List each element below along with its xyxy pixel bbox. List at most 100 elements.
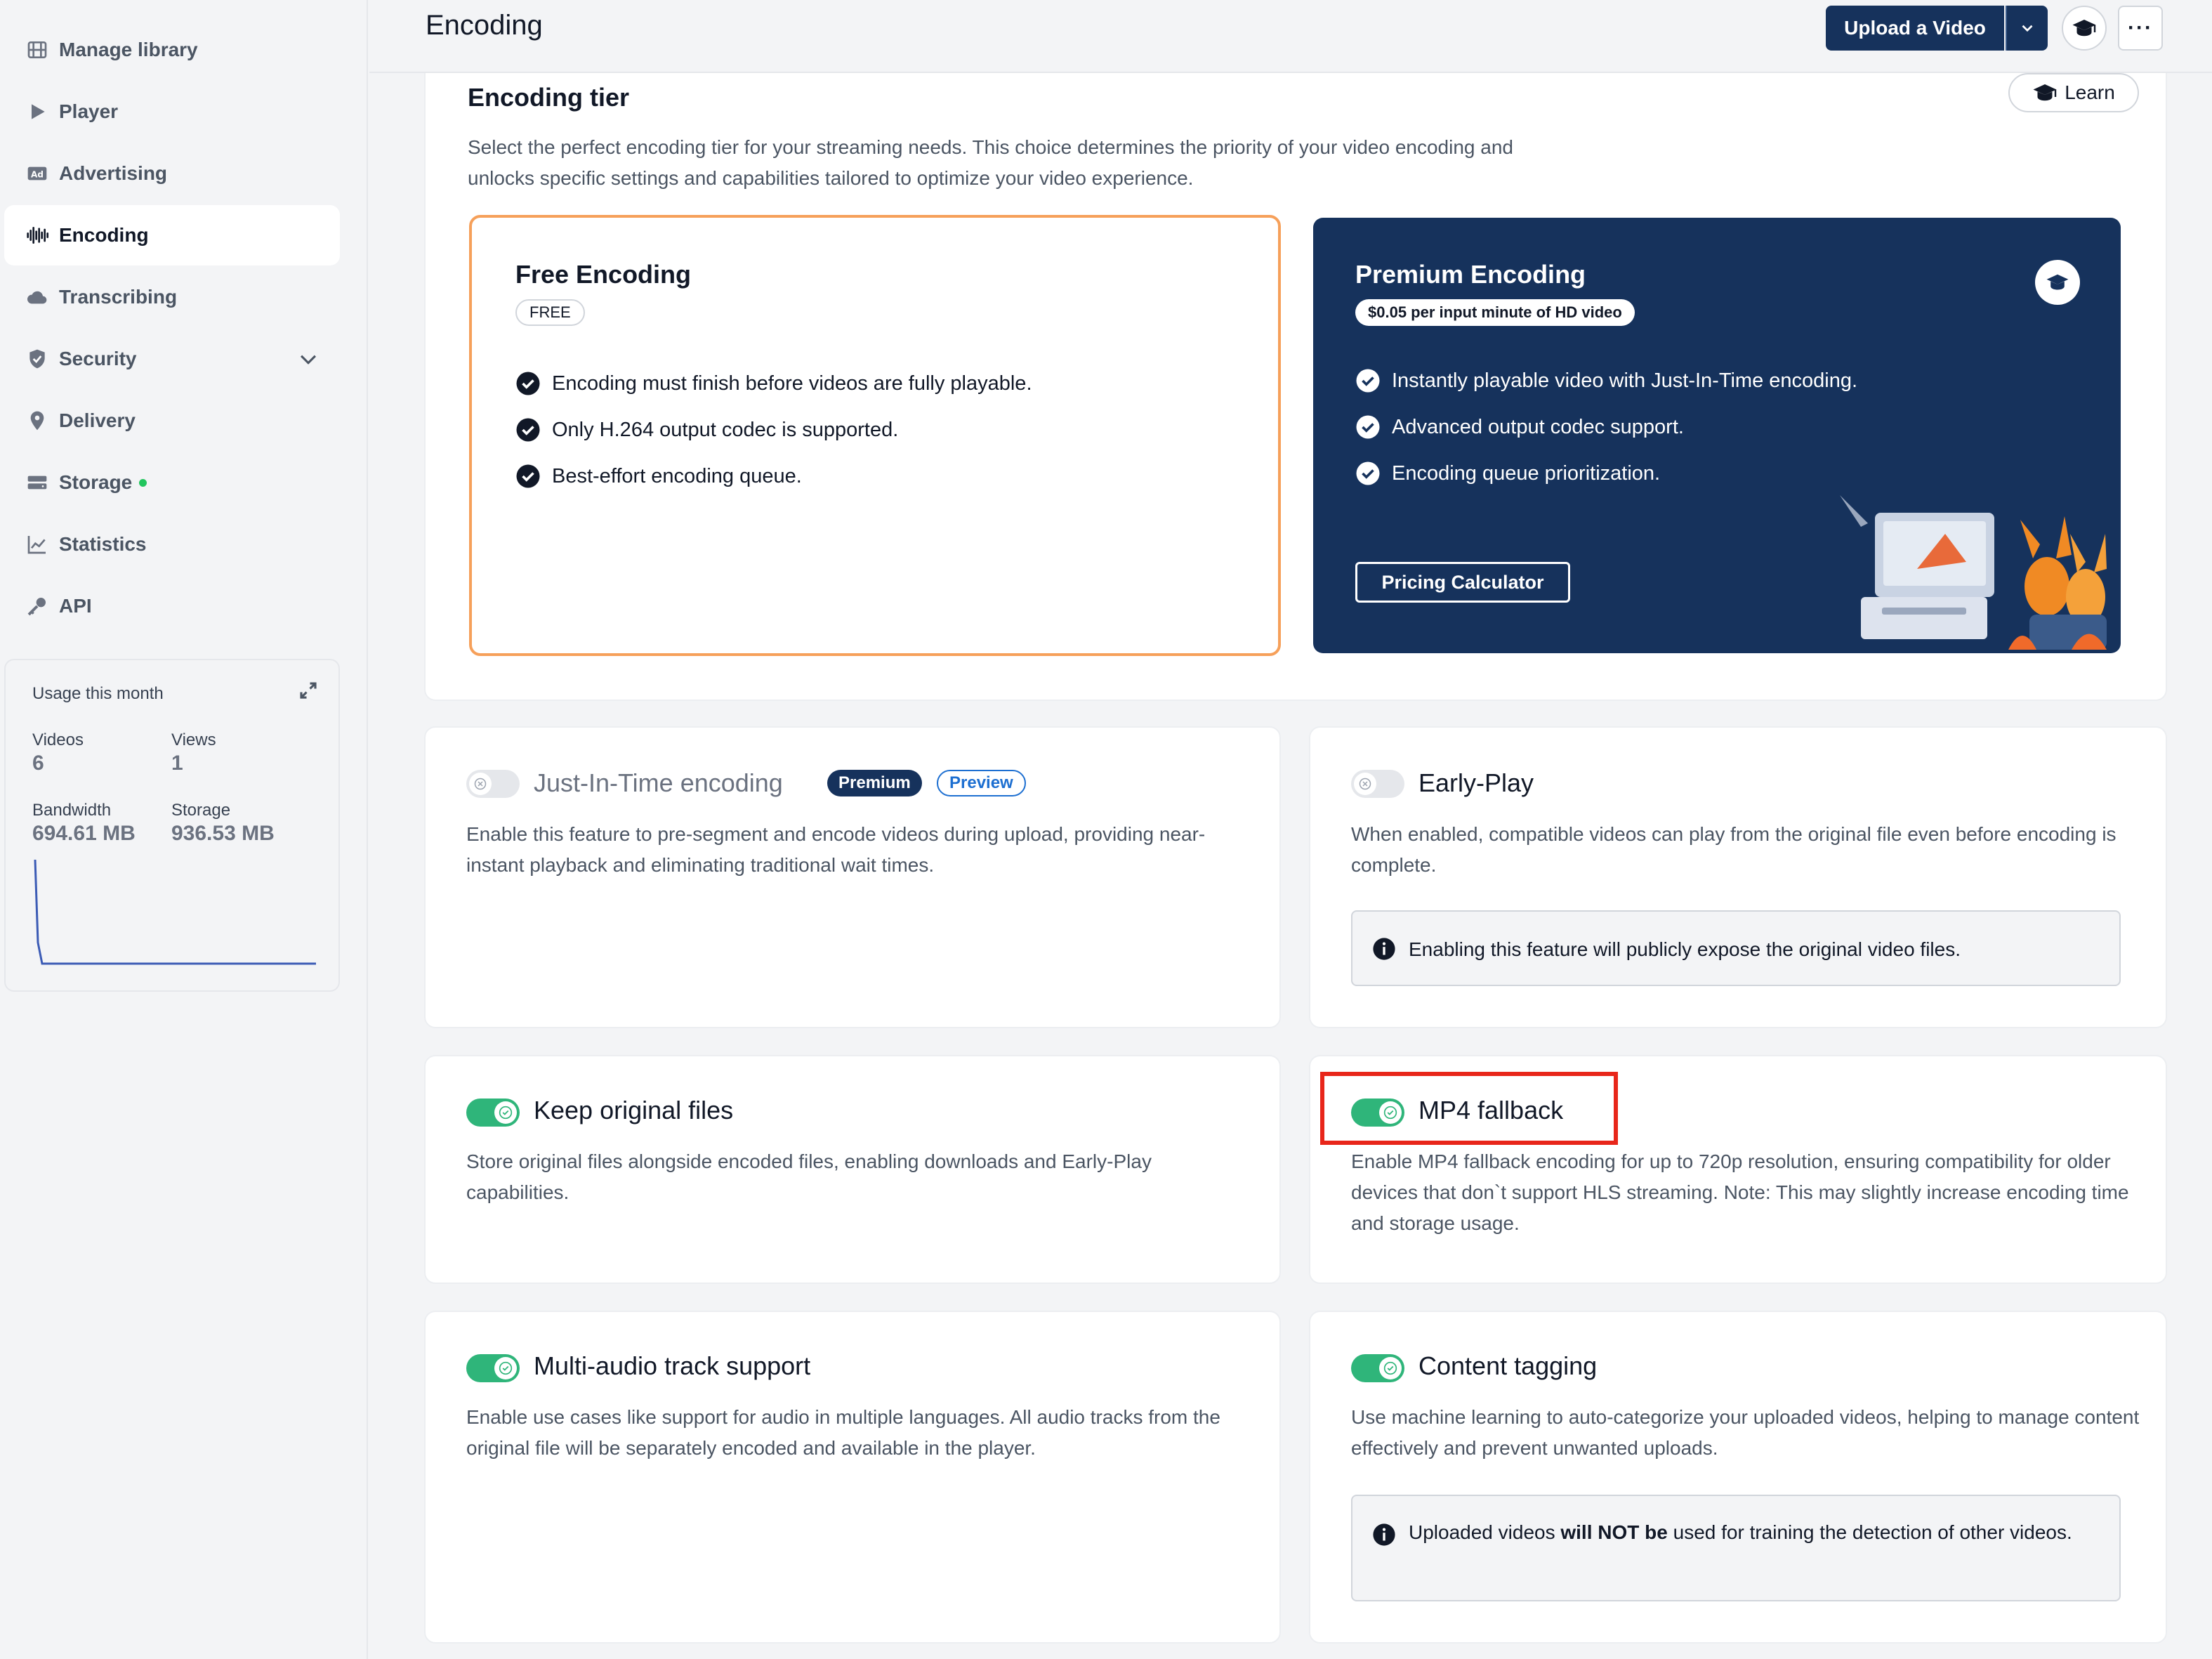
sidebar-item-storage[interactable]: Storage: [4, 452, 340, 513]
x-circle-icon: [1359, 778, 1371, 790]
sidebar-item-api[interactable]: API: [4, 576, 340, 636]
more-options-button[interactable]: ···: [2118, 6, 2163, 51]
info-icon: [1373, 1523, 1395, 1546]
ad-icon: Ad: [25, 162, 49, 185]
sidebar-item-label: Player: [59, 100, 119, 122]
upload-video-button[interactable]: Upload a Video: [1826, 6, 2004, 51]
multi-audio-card: Multi-audio track support Enable use cas…: [424, 1311, 1281, 1644]
free-encoding-title: Free Encoding: [515, 260, 692, 289]
sidebar-item-label: Transcribing: [59, 286, 178, 308]
premium-learn-button[interactable]: [2035, 260, 2080, 305]
premium-encoding-title: Premium Encoding: [1355, 260, 1586, 289]
graduation-cap-icon: [2046, 274, 2069, 290]
graduation-cap-icon: [2072, 20, 2096, 37]
film-icon: [25, 38, 49, 62]
content-tagging-toggle[interactable]: [1351, 1354, 1404, 1382]
early-play-description: When enabled, compatible videos can play…: [1351, 823, 2116, 876]
toggle-knob: [494, 1357, 517, 1379]
svg-text:Ad: Ad: [31, 169, 44, 179]
check-circle-icon: [499, 1106, 513, 1120]
check-circle-icon: [516, 418, 540, 442]
sidebar-item-manage-library[interactable]: Manage library: [4, 20, 340, 80]
keep-original-files-card: Keep original files Store original files…: [424, 1055, 1281, 1284]
multi-audio-title: Multi-audio track support: [534, 1351, 811, 1380]
check-circle-icon: [1356, 461, 1380, 485]
toggle-knob: [1379, 1357, 1402, 1379]
pricing-calculator-button[interactable]: Pricing Calculator: [1355, 562, 1570, 603]
chart-icon: [25, 532, 49, 556]
views-value: 1: [171, 752, 183, 775]
encoding-tier-description: Select the perfect encoding tier for you…: [468, 136, 1513, 189]
academy-button[interactable]: [2062, 6, 2107, 51]
x-circle-icon: [474, 778, 487, 790]
free-tag: FREE: [515, 299, 585, 326]
bandwidth-value: 694.61 MB: [32, 822, 136, 845]
sidebar-item-transcribing[interactable]: Transcribing: [4, 267, 340, 327]
toggle-knob: [1354, 773, 1376, 795]
check-circle-icon: [516, 464, 540, 488]
shield-icon: [25, 347, 49, 371]
early-play-toggle[interactable]: [1351, 770, 1404, 798]
content-tagging-notice: Uploaded videos will NOT be used for tra…: [1351, 1495, 2121, 1601]
sidebar-item-encoding[interactable]: Encoding: [4, 205, 340, 265]
videos-value: 6: [32, 752, 44, 775]
sidebar-item-player[interactable]: Player: [4, 81, 340, 142]
cloud-icon: [25, 285, 49, 309]
highlight-box: [1320, 1072, 1618, 1145]
keep-original-files-title: Keep original files: [534, 1096, 734, 1124]
jit-encoding-title: Just-In-Time encoding: [534, 768, 783, 797]
toggle-knob: [494, 1101, 517, 1124]
waveform-icon: [25, 223, 49, 247]
sidebar-item-label: Encoding: [59, 224, 149, 246]
free-encoding-option[interactable]: Free Encoding FREE Encoding must finish …: [469, 215, 1281, 656]
jit-encoding-description: Enable this feature to pre-segment and e…: [466, 823, 1206, 876]
preview-badge: Preview: [937, 770, 1026, 796]
chevron-down-icon[interactable]: [296, 347, 320, 371]
expand-icon[interactable]: [298, 680, 319, 701]
learn-label: Learn: [2065, 81, 2115, 103]
status-dot: [139, 478, 147, 487]
encoding-tier-card: Encoding tier Learn Select the perfect e…: [424, 73, 2167, 701]
check-circle-icon: [499, 1361, 513, 1375]
jit-encoding-card: Just-In-Time encoding Premium Preview En…: [424, 726, 1281, 1028]
storage-icon: [25, 471, 49, 494]
learn-button[interactable]: Learn: [2008, 73, 2139, 112]
usage-sparkline: [34, 859, 316, 965]
jit-encoding-toggle[interactable]: [466, 770, 520, 798]
multi-audio-toggle[interactable]: [466, 1354, 520, 1382]
check-circle-icon: [1383, 1361, 1397, 1375]
usage-title: Usage this month: [32, 684, 164, 703]
rabbit-mascot-illustration: [1840, 495, 2107, 650]
sidebar-item-delivery[interactable]: Delivery: [4, 391, 340, 451]
sidebar-item-security[interactable]: Security: [4, 329, 340, 389]
early-play-warning: Enabling this feature will publicly expo…: [1351, 910, 2121, 986]
graduation-cap-icon: [2033, 84, 2057, 101]
videos-label: Videos: [32, 730, 84, 749]
check-circle-icon: [516, 372, 540, 395]
free-feature: Best-effort encoding queue.: [515, 464, 802, 489]
sidebar-item-label: Advertising: [59, 162, 168, 184]
upload-options-button[interactable]: [2006, 6, 2048, 51]
premium-encoding-option[interactable]: Premium Encoding $0.05 per input minute …: [1313, 218, 2121, 653]
map-pin-icon: [25, 409, 49, 433]
content-tagging-card: Content tagging Use machine learning to …: [1309, 1311, 2167, 1644]
sidebar-item-label: Security: [59, 348, 137, 369]
storage-value: 936.53 MB: [171, 822, 275, 845]
early-play-card: Early-Play When enabled, compatible vide…: [1309, 726, 2167, 1028]
free-feature: Encoding must finish before videos are f…: [515, 371, 1032, 396]
premium-feature: Instantly playable video with Just-In-Ti…: [1355, 368, 1857, 393]
sidebar-item-label: Manage library: [59, 39, 198, 60]
premium-badge: Premium: [827, 770, 922, 796]
views-label: Views: [171, 730, 216, 749]
sidebar-item-statistics[interactable]: Statistics: [4, 514, 340, 575]
sidebar-item-advertising[interactable]: Ad Advertising: [4, 143, 340, 204]
encoding-tier-title: Encoding tier: [468, 83, 630, 112]
sidebar-item-label: Delivery: [59, 409, 136, 431]
keep-original-files-toggle[interactable]: [466, 1099, 520, 1127]
mp4-fallback-description: Enable MP4 fallback encoding for up to 7…: [1351, 1150, 2129, 1234]
storage-label: Storage: [171, 801, 231, 820]
premium-price-tag: $0.05 per input minute of HD video: [1355, 299, 1635, 326]
page-title: Encoding: [426, 10, 543, 41]
sidebar-item-label: API: [59, 595, 92, 617]
premium-feature: Encoding queue prioritization.: [1355, 461, 1660, 486]
